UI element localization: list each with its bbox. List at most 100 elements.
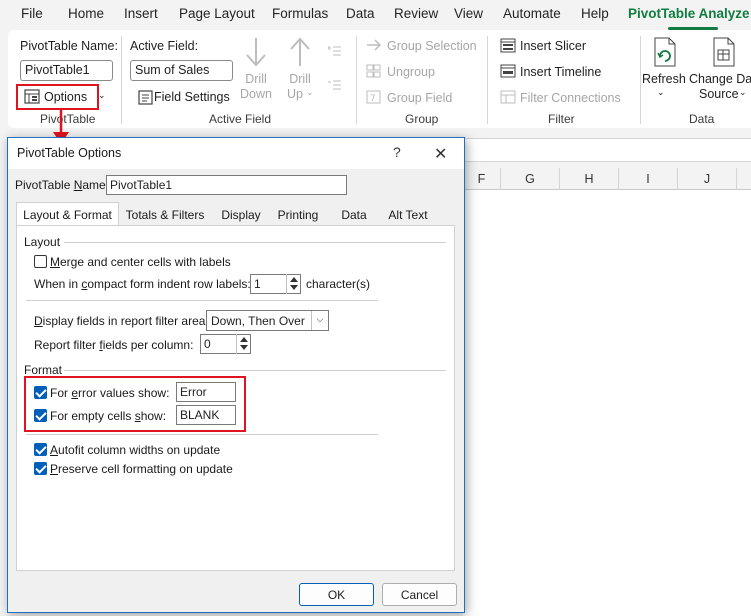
filter-fields-spinner-icon[interactable] — [236, 334, 250, 354]
filter-fields-input[interactable]: 0 — [200, 334, 251, 354]
section-divider — [64, 242, 446, 243]
tab-alt-text[interactable]: Alt Text — [384, 205, 432, 225]
indent-value: 1 — [254, 277, 261, 291]
menu-home[interactable]: Home — [68, 6, 104, 21]
column-header-h[interactable]: H — [560, 168, 619, 190]
active-field-group-label: Active Field — [209, 112, 272, 126]
section-divider — [26, 300, 378, 301]
group-selection-icon — [366, 39, 382, 54]
active-field-input[interactable]: Sum of Sales — [130, 60, 233, 81]
menu-view[interactable]: View — [454, 6, 483, 21]
drill-up-button[interactable]: Drill — [284, 72, 316, 86]
preserve-formatting-checkbox[interactable] — [34, 462, 47, 475]
column-header-j[interactable]: J — [678, 168, 737, 190]
filter-group-label: Filter — [548, 112, 575, 126]
dialog-titlebar: PivotTable Options ? ✕ — [8, 138, 464, 169]
filter-fields-value: 0 — [204, 337, 211, 351]
chevron-down-icon[interactable]: ⌵ — [311, 311, 328, 330]
layout-section-label: Layout — [24, 235, 61, 249]
drill-up-icon — [288, 36, 312, 71]
field-settings-button[interactable]: Field Settings — [154, 90, 230, 104]
pivot-name-dialog-label: PivotTable Name: — [15, 178, 110, 192]
filter-connections-button[interactable]: Filter Connections — [520, 91, 621, 105]
group-separator — [121, 36, 122, 124]
menu-review[interactable]: Review — [394, 6, 438, 21]
tab-data[interactable]: Data — [336, 205, 372, 225]
group-field-button[interactable]: Group Field — [387, 91, 452, 105]
close-icon[interactable]: ✕ — [434, 144, 447, 164]
merge-center-checkbox[interactable] — [34, 255, 47, 268]
help-icon[interactable]: ? — [393, 144, 401, 160]
menu-automate[interactable]: Automate — [503, 6, 561, 21]
indent-unit-label: character(s) — [306, 277, 371, 291]
field-settings-icon — [138, 90, 153, 108]
expand-field-icon[interactable] — [328, 44, 342, 59]
pivot-name-input[interactable]: PivotTable1 — [20, 60, 113, 81]
error-values-checkbox[interactable] — [34, 386, 47, 399]
tab-layout-format[interactable]: Layout & Format — [16, 202, 119, 226]
ribbon: PivotTable Name: PivotTable1 Options ⌄ P… — [8, 30, 751, 128]
ungroup-icon — [366, 64, 381, 81]
options-button[interactable]: Options — [44, 90, 87, 104]
display-fields-value: Down, Then Over — [211, 314, 305, 328]
tab-totals-filters[interactable]: Totals & Filters — [121, 205, 209, 225]
insert-timeline-button[interactable]: Insert Timeline — [520, 65, 601, 79]
preserve-formatting-label: Preserve cell formatting on update — [50, 462, 233, 476]
drill-down-button[interactable]: Drill — [240, 72, 272, 86]
pivot-name-dialog-input[interactable]: PivotTable1 — [106, 175, 347, 195]
options-dropdown-icon[interactable]: ⌄ — [98, 90, 106, 101]
change-data-source-dropdown-icon[interactable]: ⌄ — [739, 87, 747, 98]
group-selection-button[interactable]: Group Selection — [387, 39, 477, 53]
formula-bar[interactable] — [463, 138, 751, 162]
insert-slicer-icon — [500, 38, 516, 56]
menu-file[interactable]: File — [21, 6, 43, 21]
column-header-row: F G H I J — [463, 168, 751, 190]
drill-down-icon — [244, 36, 268, 71]
cancel-button[interactable]: Cancel — [382, 583, 457, 606]
insert-slicer-button[interactable]: Insert Slicer — [520, 39, 586, 53]
display-fields-label: Display fields in report filter area: — [34, 314, 209, 328]
dialog-title: PivotTable Options — [17, 146, 122, 160]
collapse-field-icon[interactable] — [328, 78, 342, 93]
change-data-source-label-2: Source — [699, 87, 739, 101]
refresh-dropdown-icon[interactable]: ⌄ — [657, 87, 665, 98]
indent-spinner-icon[interactable] — [286, 274, 300, 294]
refresh-icon — [652, 36, 678, 71]
menu-data[interactable]: Data — [346, 6, 375, 21]
autofit-checkbox[interactable] — [34, 443, 47, 456]
refresh-button[interactable]: Refresh — [642, 72, 686, 86]
merge-center-label: Merge and center cells with labels — [50, 255, 231, 269]
empty-cells-checkbox[interactable] — [34, 409, 47, 422]
autofit-label: Autofit column widths on update — [50, 443, 221, 457]
group-field-icon: 7 — [366, 90, 381, 107]
group-separator — [356, 36, 357, 124]
error-values-label: For error values show: — [50, 386, 170, 400]
display-fields-select[interactable]: Down, Then Over ⌵ — [206, 310, 329, 331]
indent-label: When in compact form indent row labels: — [34, 277, 251, 291]
change-data-source-button[interactable]: Change Dat — [689, 72, 751, 86]
menu-page-layout[interactable]: Page Layout — [179, 6, 255, 21]
section-divider — [64, 370, 446, 371]
tab-display[interactable]: Display — [215, 205, 267, 225]
group-separator — [487, 36, 488, 124]
menu-help[interactable]: Help — [581, 6, 609, 21]
error-values-input[interactable]: Error — [176, 382, 236, 402]
menu-insert[interactable]: Insert — [124, 6, 158, 21]
empty-cells-label: For empty cells show: — [50, 409, 167, 423]
indent-input[interactable]: 1 — [250, 274, 301, 294]
ungroup-button[interactable]: Ungroup — [387, 65, 435, 79]
empty-cells-input[interactable]: BLANK — [176, 405, 236, 425]
section-divider — [26, 434, 378, 435]
column-header-f[interactable]: F — [463, 168, 501, 190]
change-data-source-icon — [711, 36, 737, 71]
tab-printing[interactable]: Printing — [272, 205, 324, 225]
menu-pivottable-analyze[interactable]: PivotTable Analyze — [628, 6, 750, 21]
worksheet-grid[interactable] — [463, 190, 751, 616]
drill-down-label-2: Down — [240, 87, 272, 101]
column-header-g[interactable]: G — [501, 168, 560, 190]
column-header-i[interactable]: I — [619, 168, 678, 190]
menu-bar: File Home Insert Page Layout Formulas Da… — [0, 0, 751, 30]
menu-formulas[interactable]: Formulas — [272, 6, 328, 21]
ok-button[interactable]: OK — [299, 583, 374, 606]
group-separator — [640, 36, 641, 124]
